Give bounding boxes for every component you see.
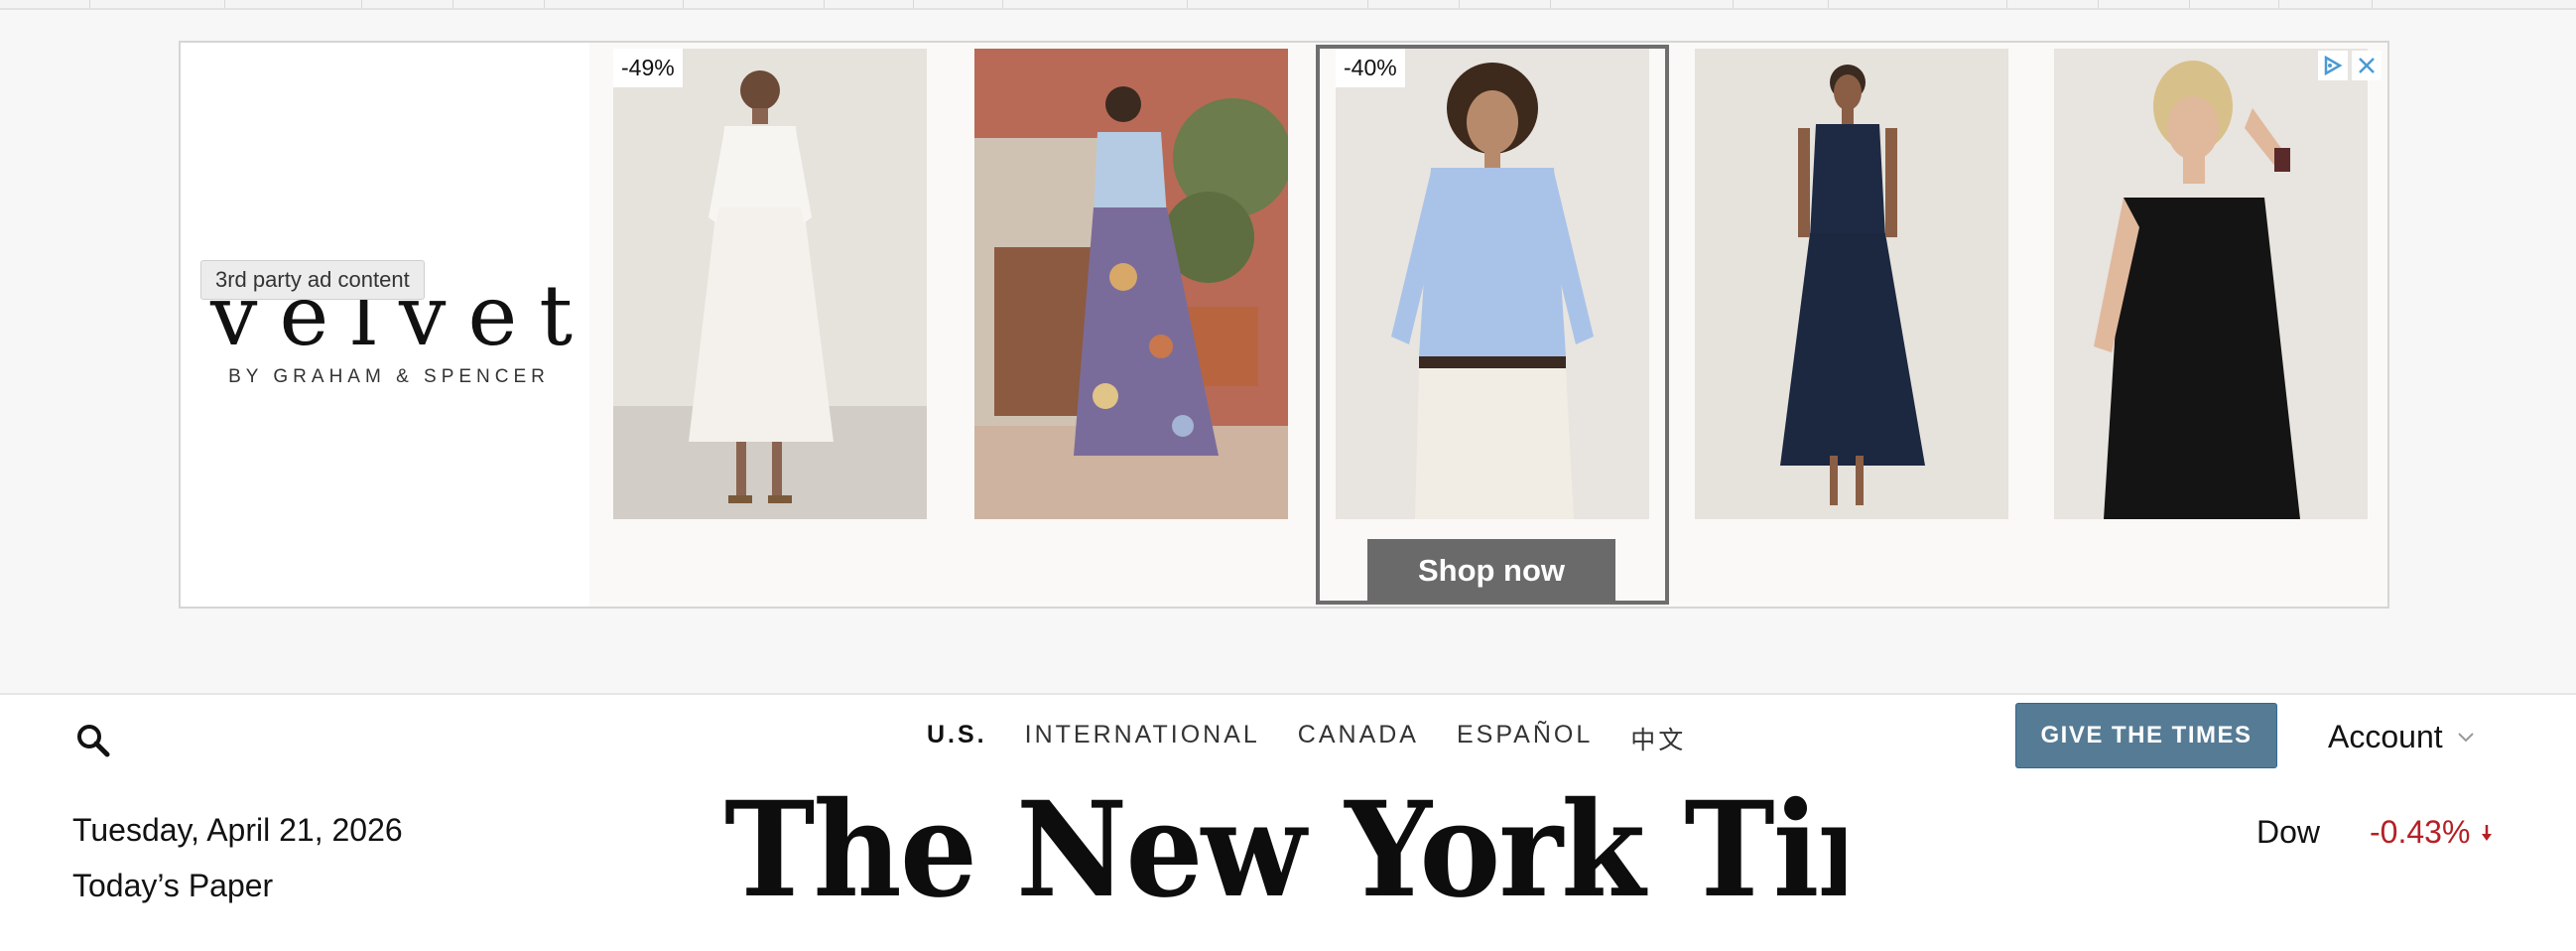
ad-product-4[interactable] xyxy=(1695,49,2008,519)
strip-divider xyxy=(89,0,90,8)
strip-divider xyxy=(1459,0,1460,8)
strip-divider xyxy=(1187,0,1188,8)
give-the-times-button[interactable]: GIVE THE TIMES xyxy=(2015,703,2277,768)
strip-divider xyxy=(544,0,545,8)
strip-divider xyxy=(1002,0,1003,8)
strip-divider xyxy=(2278,0,2279,8)
product-image-floral-skirt xyxy=(974,49,1288,519)
account-menu[interactable]: Account xyxy=(2328,719,2475,755)
nyt-logo[interactable]: The New York Times xyxy=(724,776,1846,951)
ad-unit[interactable]: velvet BY GRAHAM & SPENCER 3rd party ad … xyxy=(179,41,2389,609)
strip-divider xyxy=(683,0,684,8)
strip-divider xyxy=(1367,0,1368,8)
discount-badge: -49% xyxy=(613,49,683,87)
strip-divider xyxy=(1550,0,1551,8)
shop-now-button[interactable]: Shop now xyxy=(1367,539,1615,603)
search-icon[interactable] xyxy=(75,723,111,758)
market-change[interactable]: -0.43% xyxy=(2370,814,2494,851)
edition-international[interactable]: INTERNATIONAL xyxy=(1025,721,1260,756)
product-image-navy-dress xyxy=(1695,49,2008,519)
strip-divider xyxy=(824,0,825,8)
edition-us[interactable]: U.S. xyxy=(927,721,987,756)
strip-divider xyxy=(224,0,225,8)
ad-band: velvet BY GRAHAM & SPENCER 3rd party ad … xyxy=(0,10,2576,695)
ad-product-1[interactable]: -49% xyxy=(613,49,927,519)
edition-menu: U.S. INTERNATIONAL CANADA ESPAÑOL 中文 xyxy=(927,721,1686,756)
strip-divider xyxy=(452,0,453,8)
strip-divider xyxy=(361,0,362,8)
product-image-white-dress xyxy=(613,49,927,519)
todays-paper-link[interactable]: Today’s Paper xyxy=(72,868,273,904)
current-date: Tuesday, April 21, 2026 xyxy=(72,812,403,848)
account-label: Account xyxy=(2328,719,2443,754)
ad-product-highlight-frame xyxy=(1316,45,1669,605)
ad-brand-tagline: BY GRAHAM & SPENCER xyxy=(228,366,550,387)
product-image-black-top xyxy=(2054,49,2368,519)
market-label[interactable]: Dow xyxy=(2256,814,2320,851)
strip-divider xyxy=(2372,0,2373,8)
adchoices-icon[interactable] xyxy=(2318,51,2348,80)
edition-chinese[interactable]: 中文 xyxy=(1630,721,1686,756)
ad-product-2[interactable] xyxy=(974,49,1288,519)
edition-canada[interactable]: CANADA xyxy=(1298,721,1419,756)
strip-divider xyxy=(913,0,914,8)
chevron-down-icon xyxy=(2457,732,2474,742)
top-strip xyxy=(0,0,2576,10)
edition-espanol[interactable]: ESPAÑOL xyxy=(1457,721,1593,756)
market-change-value: -0.43% xyxy=(2370,814,2471,850)
strip-divider xyxy=(2098,0,2099,8)
ad-tooltip: 3rd party ad content xyxy=(200,260,425,300)
close-icon[interactable] xyxy=(2352,51,2382,80)
ad-product-5[interactable] xyxy=(2054,49,2368,519)
strip-divider xyxy=(2006,0,2007,8)
ad-brand-panel[interactable]: velvet BY GRAHAM & SPENCER 3rd party ad … xyxy=(181,43,589,607)
arrow-down-icon xyxy=(2482,824,2493,841)
strip-divider xyxy=(1828,0,1829,8)
nyt-logo-text: The New York Times xyxy=(724,776,1846,927)
strip-divider xyxy=(2189,0,2190,8)
strip-divider xyxy=(1733,0,1734,8)
